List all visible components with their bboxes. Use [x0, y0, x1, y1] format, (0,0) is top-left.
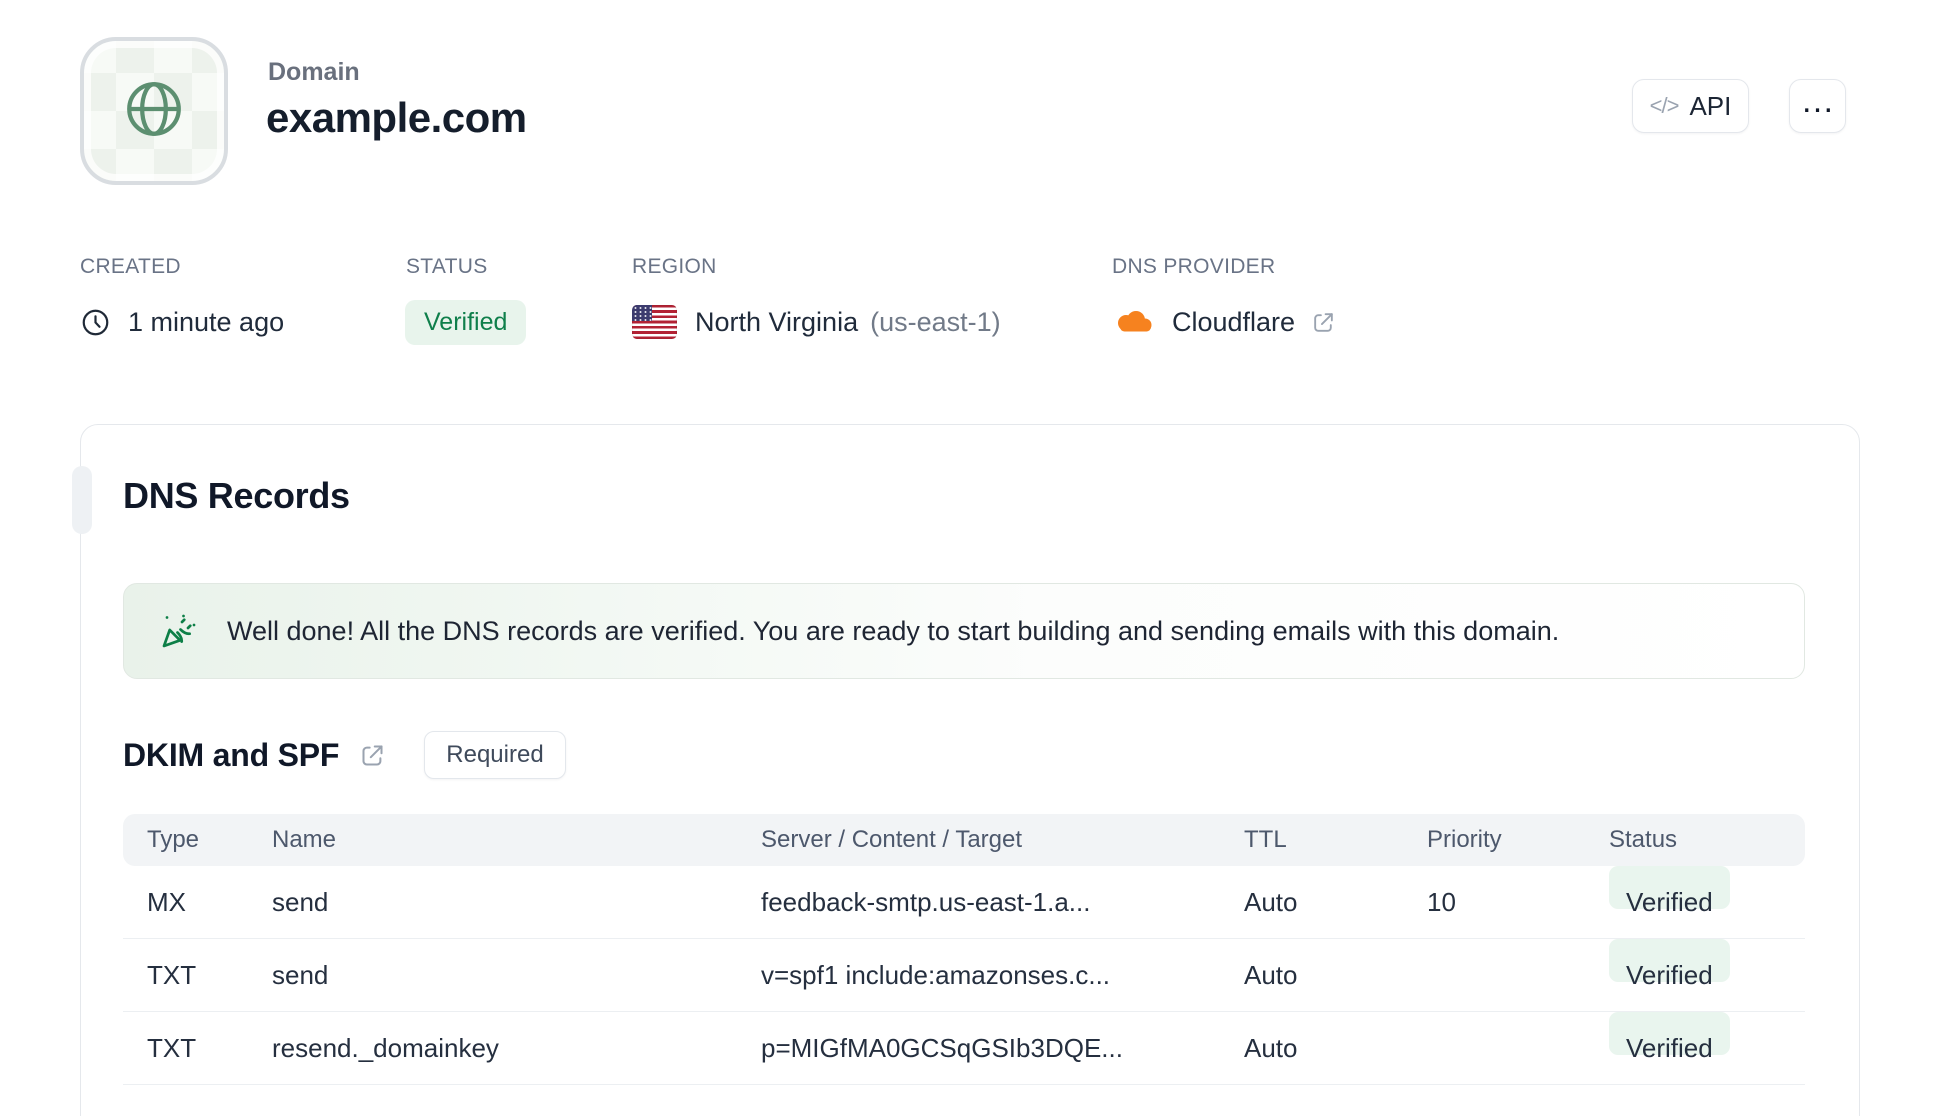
- dns-provider-value[interactable]: Cloudflare: [1112, 299, 1336, 345]
- api-button-label: API: [1689, 90, 1732, 121]
- dns-records-card: DNS Records Well done! All the DNS recor…: [80, 424, 1860, 1116]
- cell-content[interactable]: feedback-smtp.us-east-1.a...: [761, 866, 1090, 939]
- region-code: (us-east-1): [870, 306, 1001, 337]
- table-row: TXT send v=spf1 include:amazonses.c... A…: [123, 939, 1805, 1012]
- external-link-icon: [1311, 310, 1336, 335]
- page-kind-label: Domain: [268, 58, 360, 86]
- cell-priority: 10: [1427, 887, 1456, 917]
- dns-provider-name: Cloudflare: [1172, 306, 1296, 337]
- dkim-external-link-icon[interactable]: [359, 742, 386, 769]
- cell-content[interactable]: p=MIGfMA0GCSqGSIb3DQE...: [761, 1012, 1123, 1085]
- region-name: North Virginia: [695, 306, 859, 337]
- cell-type: MX: [147, 887, 186, 917]
- verified-badge: Verified: [1609, 1012, 1730, 1063]
- more-options-button[interactable]: …: [1789, 79, 1846, 133]
- cell-ttl: Auto: [1244, 960, 1298, 990]
- col-header-ttl: TTL: [1244, 826, 1287, 853]
- dns-records-title: DNS Records: [123, 475, 350, 516]
- table-header-row: Type Name Server / Content / Target TTL …: [123, 814, 1805, 866]
- dns-provider-label: DNS PROVIDER: [1112, 255, 1276, 278]
- cell-type: TXT: [147, 1033, 197, 1063]
- cell-content[interactable]: v=spf1 include:amazonses.c...: [761, 939, 1110, 1012]
- section-scroll-notch: [72, 466, 92, 534]
- cell-name: resend._domainkey: [272, 1033, 499, 1063]
- col-header-name: Name: [272, 826, 337, 853]
- dkim-spf-title: DKIM and SPF: [123, 736, 340, 773]
- clock-icon: [80, 307, 111, 338]
- cloudflare-icon: [1112, 307, 1156, 337]
- col-header-type: Type: [147, 826, 200, 853]
- created-value: 1 minute ago: [80, 299, 284, 345]
- dns-records-table: Type Name Server / Content / Target TTL …: [123, 814, 1805, 1085]
- region-label: REGION: [632, 255, 717, 278]
- table-row: MX send feedback-smtp.us-east-1.a... Aut…: [123, 866, 1805, 939]
- verified-badge: Verified: [1609, 939, 1730, 990]
- cell-ttl: Auto: [1244, 887, 1298, 917]
- col-header-priority: Priority: [1427, 826, 1502, 853]
- table-row: TXT resend._domainkey p=MIGfMA0GCSqGSIb3…: [123, 1012, 1805, 1085]
- created-time: 1 minute ago: [128, 306, 285, 337]
- domain-detail-page: Domain example.com </> API … CREATED STA…: [0, 0, 1944, 1116]
- banner-message: Well done! All the DNS records are verif…: [227, 615, 1560, 646]
- region-value: North Virginia (us-east-1): [632, 299, 1001, 345]
- us-flag-icon: [632, 305, 677, 339]
- created-label: CREATED: [80, 255, 181, 278]
- globe-icon: [121, 76, 187, 147]
- status-value: Verified: [405, 299, 527, 345]
- dkim-spf-section-header: DKIM and SPF Required: [123, 731, 566, 779]
- party-popper-icon: [161, 613, 197, 649]
- cell-name: send: [272, 960, 329, 990]
- cell-name: send: [272, 887, 329, 917]
- page-title: example.com: [266, 94, 527, 141]
- verified-success-banner: Well done! All the DNS records are verif…: [123, 583, 1805, 679]
- verified-badge: Verified: [1609, 866, 1730, 917]
- status-label: STATUS: [406, 255, 488, 278]
- code-icon: </>: [1649, 93, 1680, 118]
- col-header-content: Server / Content / Target: [761, 826, 1023, 853]
- cell-ttl: Auto: [1244, 1033, 1298, 1063]
- api-button[interactable]: </> API: [1632, 79, 1749, 133]
- status-badge: Verified: [405, 299, 527, 345]
- col-header-status: Status: [1609, 826, 1678, 853]
- cell-type: TXT: [147, 960, 197, 990]
- required-badge: Required: [424, 731, 566, 779]
- domain-avatar: [80, 37, 228, 185]
